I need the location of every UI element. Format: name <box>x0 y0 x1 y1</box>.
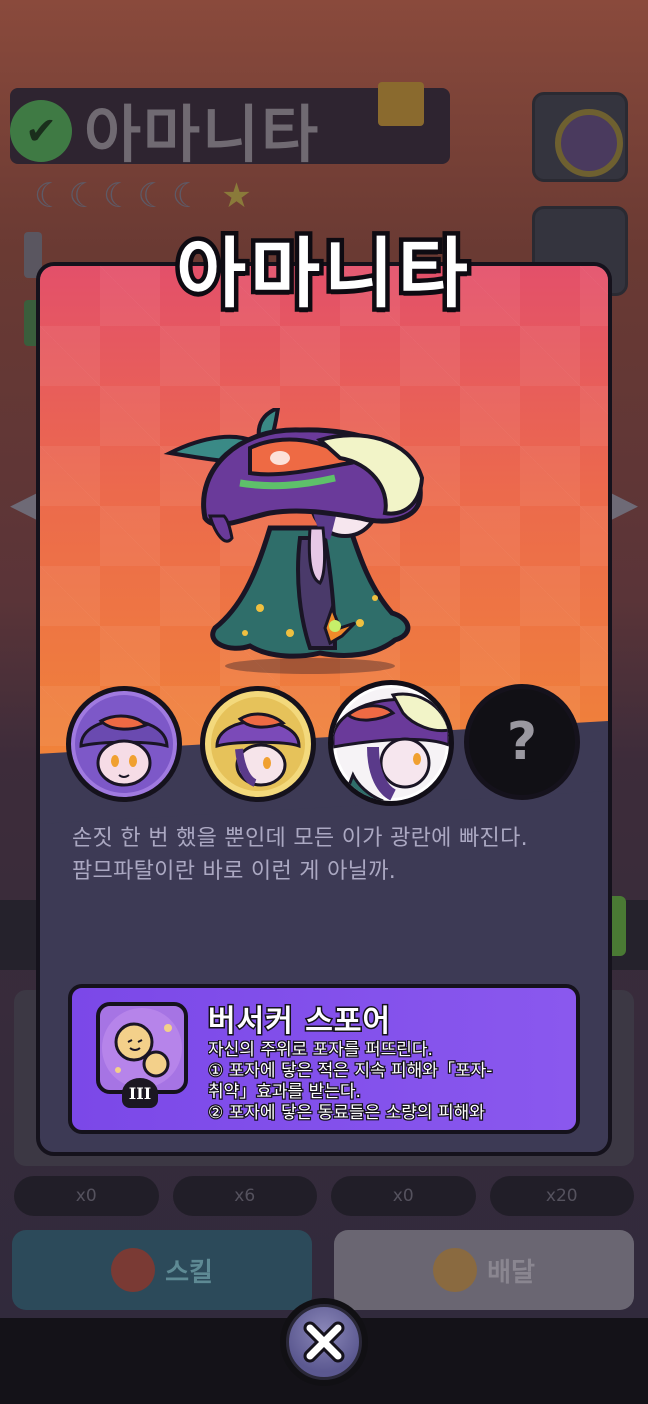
bg-rank-moons: ☾☾☾☾☾ ★ <box>34 176 256 216</box>
modal-title: 아마니타 <box>172 225 473 323</box>
moon-icons: ☾☾☾☾☾ <box>34 176 207 216</box>
close-button-face <box>286 1304 362 1380</box>
description-line: 팜므파탈이란 바로 이런 게 아닐까. <box>72 859 397 884</box>
skill-desc-line: 취약」효과를 받는다. <box>208 1081 362 1104</box>
bg-pill: x0 <box>331 1176 476 1216</box>
bg-skill-button: 스킬 <box>12 1230 312 1310</box>
skin-2-portrait <box>215 712 301 787</box>
skin-selector: ? <box>66 680 586 806</box>
bg-left-arrow-icon: ◀ <box>10 484 38 525</box>
equip-icon <box>433 1248 478 1292</box>
bg-skill-label: 스킬 <box>165 1257 213 1288</box>
bg-right-arrow-icon: ▶ <box>610 484 638 525</box>
skin-3-portrait <box>333 692 449 801</box>
bg-pill: x0 <box>14 1176 159 1216</box>
skin-option-1[interactable] <box>66 686 182 802</box>
skill-desc-line: 자신의 주위로 포자를 퍼뜨린다. <box>208 1040 434 1061</box>
bg-side-button-1 <box>532 92 628 182</box>
skin-option-3-selected[interactable] <box>328 680 454 806</box>
skin-option-locked[interactable]: ? <box>464 684 580 800</box>
bg-count-pills: x0 x6 x0 x20 <box>14 1176 634 1216</box>
question-mark-icon: ? <box>506 712 538 772</box>
skill-icon <box>111 1248 156 1292</box>
skill-level-badge: III <box>122 1078 158 1108</box>
bg-character-name: 아마니타 <box>84 98 321 171</box>
bg-pill: x20 <box>489 1176 634 1216</box>
check-icon: ✔ <box>10 100 72 162</box>
character-illustration <box>163 408 425 674</box>
skill-panel[interactable]: III 버서커 스포어 자신의 주위로 포자를 퍼뜨린다. ① 포자에 닿은 적… <box>68 984 580 1134</box>
skill-name: 버서커 스포어 <box>206 1003 392 1041</box>
skin-option-2[interactable] <box>200 686 316 802</box>
star-icon: ★ <box>221 176 256 216</box>
bg-equip-label: 배달 <box>487 1257 535 1288</box>
skill-description: 자신의 주위로 포자를 퍼뜨린다. ① 포자에 닿은 적은 지속 피해와「포자-… <box>208 1040 576 1130</box>
character-description: 손짓 한 번 했을 뿐인데 모든 이가 광란에 빠진다. 팜므파탈이란 바로 이… <box>72 822 592 888</box>
description-line: 손짓 한 번 했을 뿐인데 모든 이가 광란에 빠진다. <box>72 826 528 851</box>
close-icon <box>303 1321 345 1363</box>
bg-equip-button: 배달 <box>334 1230 634 1310</box>
skin-1-portrait <box>79 714 169 787</box>
bookmark-icon <box>378 82 424 126</box>
bg-pill: x6 <box>172 1176 317 1216</box>
skill-desc-line: ② 포자에 닿은 동료들은 소량의 피해와 <box>208 1102 486 1125</box>
skill-desc-line: ① 포자에 닿은 적은 지속 피해와「포자- <box>208 1060 494 1083</box>
close-button[interactable] <box>280 1298 368 1386</box>
